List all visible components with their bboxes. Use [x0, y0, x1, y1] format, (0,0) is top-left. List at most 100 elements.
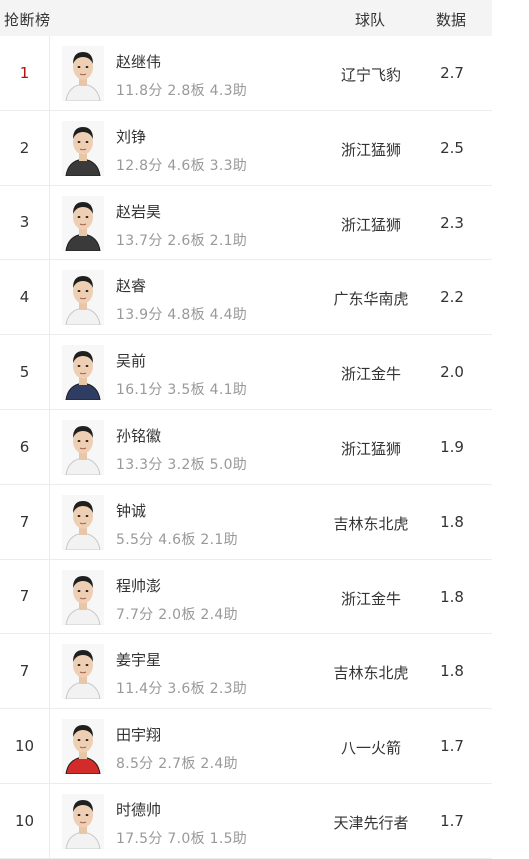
player-row[interactable]: 10 田宇翔 8.5分 2.7板 2.4助 八一火箭 1.7: [0, 709, 492, 784]
player-row[interactable]: 7 姜宇星 11.4分 3.6板 2.3助 吉林东北虎 1.8: [0, 634, 492, 710]
steals-value: 1.8: [440, 587, 464, 606]
team-name[interactable]: 吉林东北虎: [320, 662, 422, 683]
player-season-line: 8.5分 2.7板 2.4助: [116, 756, 238, 773]
player-photo: [62, 195, 104, 251]
player-row[interactable]: 2 刘铮 12.8分 4.6板 3.3助 浙江猛狮 2.5: [0, 110, 492, 186]
player-photo: [62, 46, 104, 101]
player-row[interactable]: 4 赵睿 13.9分 4.8板 4.4助 广东华南虎 2.2: [0, 260, 492, 336]
team-name[interactable]: 浙江金牛: [320, 363, 422, 384]
rank-cell: 3: [0, 185, 50, 260]
rank-number: 10: [14, 737, 35, 756]
player-name[interactable]: 赵岩昊: [116, 201, 161, 222]
player-avatar[interactable]: [62, 719, 104, 775]
rank-number: 7: [19, 512, 30, 531]
team-name[interactable]: 广东华南虎: [320, 288, 422, 309]
rank-number: 5: [19, 363, 30, 382]
player-avatar[interactable]: [62, 419, 104, 475]
page-margin: [492, 0, 529, 854]
team-name[interactable]: 浙江猛狮: [320, 438, 422, 459]
player-row[interactable]: 7 钟诚 5.5分 4.6板 2.1助 吉林东北虎 1.8: [0, 484, 492, 560]
steals-value: 2.0: [440, 363, 464, 382]
rank-cell: 1: [0, 36, 50, 110]
steals-value: 2.7: [440, 64, 464, 82]
player-avatar[interactable]: [62, 270, 104, 326]
player-photo: [62, 419, 104, 475]
rank-cell: 10: [0, 783, 50, 858]
player-photo: [62, 270, 104, 326]
player-season-line: 12.8分 4.6板 3.3助: [116, 157, 248, 174]
team-column-header: 球队: [355, 11, 386, 29]
player-name[interactable]: 姜宇星: [116, 649, 161, 670]
team-name[interactable]: 浙江金牛: [320, 588, 422, 609]
steals-value: 2.5: [440, 138, 464, 157]
player-season-line: 13.9分 4.8板 4.4助: [116, 307, 248, 324]
player-avatar[interactable]: [62, 793, 104, 849]
rank-cell: 5: [0, 335, 50, 409]
steals-value: 1.8: [440, 512, 464, 531]
team-name[interactable]: 吉林东北虎: [320, 513, 422, 534]
rank-number: 3: [19, 213, 30, 232]
player-season-line: 11.8分 2.8板 4.3助: [116, 83, 248, 99]
player-avatar[interactable]: [62, 494, 104, 550]
player-row[interactable]: 7 程帅澎 7.7分 2.0板 2.4助 浙江金牛 1.8: [0, 559, 492, 635]
steals-value: 2.2: [440, 288, 464, 307]
player-season-line: 11.4分 3.6板 2.3助: [116, 681, 248, 698]
player-avatar[interactable]: [62, 195, 104, 251]
team-name[interactable]: 浙江猛狮: [320, 214, 422, 235]
player-avatar[interactable]: [62, 569, 104, 625]
player-avatar[interactable]: [62, 120, 104, 176]
player-name[interactable]: 吴前: [116, 350, 146, 371]
rank-cell: 6: [0, 409, 50, 484]
rank-number: 4: [19, 288, 30, 307]
team-name[interactable]: 八一火箭: [320, 737, 422, 758]
rank-cell: 7: [0, 484, 50, 559]
player-row[interactable]: 10 时德帅 17.5分 7.0板 1.5助 天津先行者 1.7: [0, 783, 492, 859]
rank-cell: 7: [0, 634, 50, 709]
player-row[interactable]: 3 赵岩昊 13.7分 2.6板 2.1助 浙江猛狮 2.3: [0, 185, 492, 261]
player-name[interactable]: 田宇翔: [116, 724, 161, 745]
steals-value: 1.7: [440, 737, 464, 756]
player-photo: [62, 719, 104, 775]
rank-number: 7: [19, 587, 30, 606]
steals-leaderboard: 抢断榜 球队 数据 1 赵继伟 11.8分 2.8板 4.3助 辽宁飞豹 2.7…: [0, 0, 492, 859]
player-row[interactable]: 5 吴前 16.1分 3.5板 4.1助 浙江金牛 2.0: [0, 335, 492, 410]
leaderboard-header: 抢断榜 球队 数据: [0, 0, 492, 36]
player-avatar[interactable]: [62, 46, 104, 101]
player-season-line: 16.1分 3.5板 4.1助: [116, 382, 248, 399]
steals-value: 1.9: [440, 437, 464, 456]
team-name[interactable]: 辽宁飞豹: [320, 64, 422, 85]
player-season-line: 17.5分 7.0板 1.5助: [116, 830, 248, 847]
rank-number: 10: [14, 811, 35, 830]
team-name[interactable]: 浙江猛狮: [320, 139, 422, 160]
player-name[interactable]: 孙铭徽: [116, 425, 161, 446]
rank-cell: 10: [0, 709, 50, 783]
player-row[interactable]: 6 孙铭徽 13.3分 3.2板 5.0助 浙江猛狮 1.9: [0, 409, 492, 485]
player-avatar[interactable]: [62, 644, 104, 700]
rank-number: 6: [19, 437, 30, 456]
team-name[interactable]: 天津先行者: [320, 812, 422, 833]
player-name[interactable]: 钟诚: [116, 500, 146, 521]
player-season-line: 5.5分 4.6板 2.1助: [116, 531, 238, 548]
player-photo: [62, 644, 104, 700]
rank-cell: 2: [0, 110, 50, 185]
player-season-line: 7.7分 2.0板 2.4助: [116, 606, 238, 623]
player-photo: [62, 569, 104, 625]
steals-value: 1.7: [440, 811, 464, 830]
rank-cell: 7: [0, 559, 50, 634]
player-name[interactable]: 时德帅: [116, 799, 161, 820]
player-name[interactable]: 赵继伟: [116, 51, 161, 72]
leaderboard-title: 抢断榜: [4, 11, 51, 29]
rank-number: 7: [19, 662, 30, 681]
steals-value: 1.8: [440, 662, 464, 681]
steals-value: 2.3: [440, 213, 464, 232]
player-photo: [62, 494, 104, 550]
player-photo: [62, 793, 104, 849]
player-avatar[interactable]: [62, 345, 104, 401]
player-name[interactable]: 程帅澎: [116, 575, 161, 596]
player-row[interactable]: 1 赵继伟 11.8分 2.8板 4.3助 辽宁飞豹 2.7: [0, 36, 492, 111]
stat-column-header: 数据: [436, 11, 467, 29]
player-name[interactable]: 刘铮: [116, 126, 146, 147]
player-name[interactable]: 赵睿: [116, 275, 146, 296]
rank-number: 1: [19, 63, 30, 82]
player-photo: [62, 120, 104, 176]
